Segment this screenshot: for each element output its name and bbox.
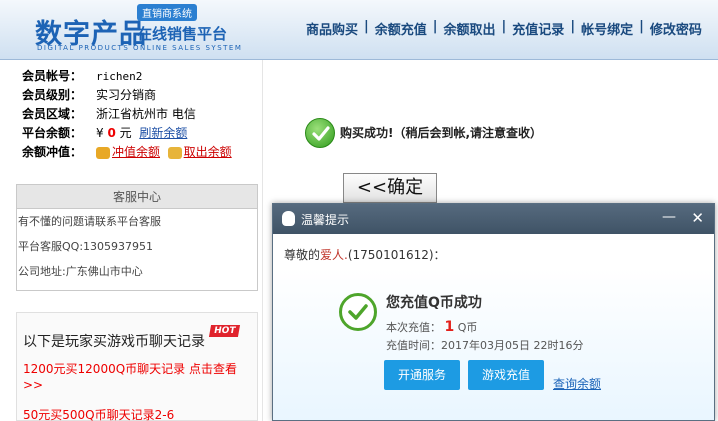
dialog-title-bar[interactable]: 温馨提示 — ✕ xyxy=(273,204,714,234)
column-divider xyxy=(262,60,263,421)
service-line: 有不懂的问题请联系平台客服 xyxy=(18,215,161,228)
service-center-title: 客服中心 xyxy=(17,185,257,209)
nav-item-bind[interactable]: 帐号绑定 xyxy=(575,19,639,38)
record-link-1[interactable]: 1200元买12000Q币聊天记录 点击查看>> xyxy=(23,361,251,393)
account-info: 会员帐号： richen2 会员级别： 实习分销商 会员区域： 浙江省杭州市 电… xyxy=(22,67,262,162)
record-link-2[interactable]: 50元买500Q币聊天记录2-6 xyxy=(23,407,251,421)
logo-english-text: DIGITAL PRODUCTS ONLINE SALES SYSTEM xyxy=(37,44,243,52)
account-region-label: 会员区域： xyxy=(22,107,83,121)
refresh-balance-link[interactable]: 刷新余额 xyxy=(139,124,187,143)
qq-notice-dialog: 温馨提示 — ✕ 尊敬的爱人.(1750101612)： 您充值Q币成功 本次充… xyxy=(272,203,715,421)
account-id-label: 会员帐号： xyxy=(22,69,83,83)
close-icon[interactable]: ✕ xyxy=(691,209,704,227)
header: 数字产品 直销商系统 在线销售平台 DIGITAL PRODUCTS ONLIN… xyxy=(0,0,718,60)
currency-symbol: ¥ xyxy=(96,126,104,140)
greeting-qq-number: (1750101612)： xyxy=(347,248,446,262)
nav-item-records[interactable]: 充值记录 xyxy=(506,19,570,38)
greeting-nickname: 爱人. xyxy=(320,248,348,262)
amount-label: 本次充值： xyxy=(386,321,441,334)
game-recharge-button[interactable]: 游戏充值 xyxy=(468,360,545,390)
account-level-row: 会员级别： 实习分销商 xyxy=(22,86,262,105)
account-level-value: 实习分销商 xyxy=(96,88,157,102)
balance-amount: 0 xyxy=(107,126,116,140)
dialog-body: 您充值Q币成功 本次充值： 1 Q币 充值时间：2017年03月05日 22时1… xyxy=(273,268,714,420)
account-balance-label: 平台余额： xyxy=(22,126,83,140)
confirm-button[interactable]: <<确定 xyxy=(343,173,437,203)
open-service-button[interactable]: 开通服务 xyxy=(384,360,461,390)
service-center-panel: 客服中心 有不懂的问题请联系平台客服 平台客服QQ:1305937951 公司地… xyxy=(16,184,258,291)
recharge-success-headline: 您充值Q币成功 xyxy=(386,295,482,311)
qq-penguin-icon xyxy=(282,211,295,226)
dialog-success-icon xyxy=(339,293,377,331)
success-check-icon xyxy=(305,118,335,148)
hand-coin-icon xyxy=(167,146,182,159)
nav-item-buy[interactable]: 商品购买 xyxy=(300,19,364,38)
minimize-icon[interactable]: — xyxy=(662,209,676,225)
recharge-time: 2017年03月05日 22时16分 xyxy=(441,339,584,352)
nav-item-password[interactable]: 修改密码 xyxy=(644,19,708,38)
hot-badge: HOT xyxy=(208,325,241,337)
dialog-greeting: 尊敬的爱人.(1750101612)： xyxy=(284,246,446,263)
amount-unit: Q币 xyxy=(457,321,478,334)
account-region-row: 会员区域： 浙江省杭州市 电信 xyxy=(22,105,262,124)
account-topup-row: 余额冲值： 冲值余额 取出余额 xyxy=(22,143,262,162)
greeting-prefix: 尊敬的 xyxy=(284,248,321,262)
logo-sub-text: 在线销售平台 xyxy=(137,25,228,43)
check-balance-link[interactable]: 查询余额 xyxy=(553,375,601,392)
logo[interactable]: 数字产品 直销商系统 在线销售平台 DIGITAL PRODUCTS ONLIN… xyxy=(35,4,245,56)
logo-badge: 直销商系统 xyxy=(137,4,197,21)
account-id-row: 会员帐号： richen2 xyxy=(22,67,262,86)
balance-unit: 元 xyxy=(119,126,132,140)
account-id-value: richen2 xyxy=(96,70,143,83)
recharge-time-line: 充值时间：2017年03月05日 22时16分 xyxy=(386,337,583,353)
nav-item-topup[interactable]: 余额充值 xyxy=(369,19,433,38)
time-label: 充值时间： xyxy=(386,339,441,352)
top-nav: 商品购买 | 余额充值 | 余额取出 | 充值记录 | 帐号绑定 | 修改密码 xyxy=(300,19,708,38)
account-region-value: 浙江省杭州市 电信 xyxy=(96,107,196,121)
withdraw-balance-link[interactable]: 取出余额 xyxy=(184,143,232,162)
account-topup-label: 余额冲值： xyxy=(22,145,83,159)
service-qq-line: 平台客服QQ:1305937951 xyxy=(18,240,154,253)
dialog-title: 温馨提示 xyxy=(301,213,350,227)
account-level-label: 会员级别： xyxy=(22,88,83,102)
recharge-amount-line: 本次充值： 1 Q币 xyxy=(386,319,477,335)
chat-records-title: 以下是玩家买游戏币聊天记录 xyxy=(23,334,205,350)
chat-records-panel: 以下是玩家买游戏币聊天记录 HOT 1200元买12000Q币聊天记录 点击查看… xyxy=(16,312,258,421)
nav-item-withdraw[interactable]: 余额取出 xyxy=(438,19,502,38)
account-balance-row: 平台余额： ¥ 0 元 刷新余额 xyxy=(22,124,262,143)
recharge-amount: 1 xyxy=(444,319,455,335)
purchase-success-message: 购买成功!（稍后会到帐,请注意查收） xyxy=(340,126,543,140)
coin-bag-icon xyxy=(96,146,110,159)
service-address-line: 公司地址:广东佛山市中心 xyxy=(18,265,143,278)
topup-balance-link[interactable]: 冲值余额 xyxy=(112,143,160,162)
